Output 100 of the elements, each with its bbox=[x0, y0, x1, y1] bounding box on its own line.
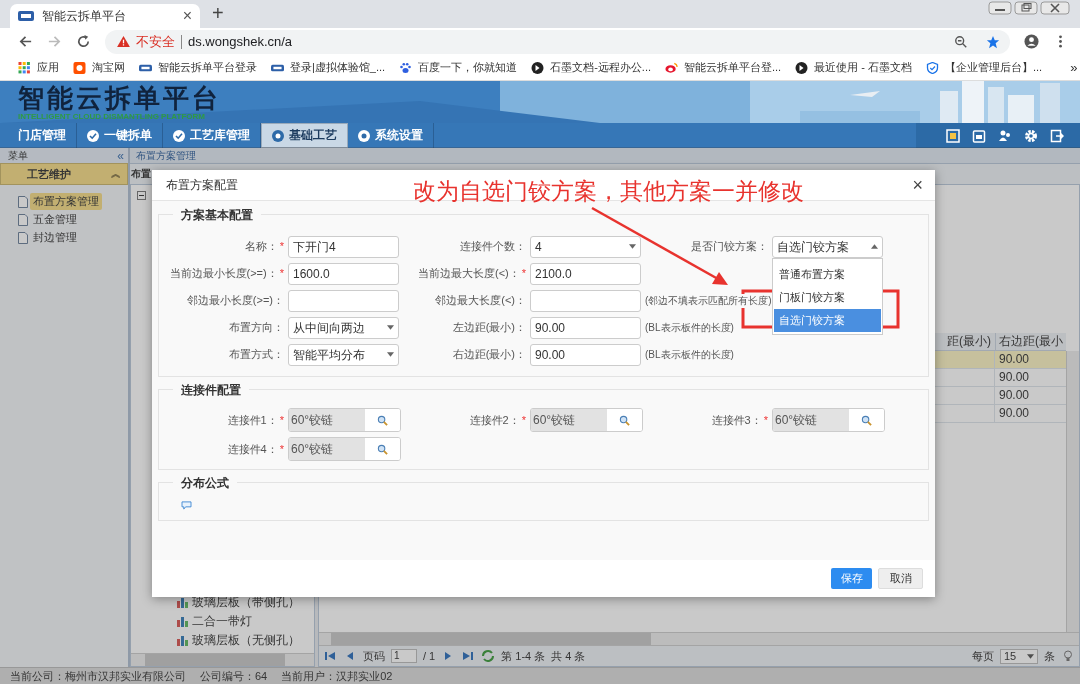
field-label: 连接件2： * bbox=[468, 412, 527, 428]
input-field[interactable]: 下开门4 bbox=[288, 235, 399, 258]
tree-item[interactable]: 玻璃层板（带侧孔） bbox=[192, 594, 300, 611]
column-header[interactable]: 右边距(最小 bbox=[995, 333, 1066, 350]
zoom-icon[interactable] bbox=[954, 34, 968, 49]
field-label: 连接件个数： bbox=[459, 239, 527, 254]
select-field[interactable]: 智能平均分布 bbox=[288, 343, 399, 366]
field-label: 布置方式： bbox=[228, 347, 285, 362]
close-tab-button[interactable]: × bbox=[182, 7, 192, 25]
select-field[interactable]: 4 bbox=[530, 235, 641, 258]
input-field[interactable]: 2100.0 bbox=[530, 262, 641, 285]
bookmark[interactable]: 【企业管理后台】... bbox=[925, 60, 1043, 75]
tree-item[interactable]: 布置方案管理 bbox=[30, 193, 102, 210]
first-page-icon[interactable] bbox=[323, 649, 337, 663]
input-field[interactable] bbox=[530, 289, 641, 312]
comment-icon[interactable] bbox=[181, 501, 192, 510]
field-label: 邻边最小长度(>=)： bbox=[185, 293, 285, 308]
circle-icon bbox=[272, 129, 284, 142]
circle-icon bbox=[358, 129, 370, 142]
collapse-icon[interactable] bbox=[137, 191, 146, 200]
tree-item[interactable]: 二合一带灯 bbox=[192, 613, 252, 630]
page-icon bbox=[18, 231, 28, 244]
field-label: 布置方向： bbox=[228, 320, 285, 335]
caret-icon bbox=[387, 352, 394, 357]
section-header[interactable]: 工艺维护 ︽ bbox=[0, 163, 128, 185]
star-icon[interactable] bbox=[986, 34, 1000, 49]
calendar-icon[interactable] bbox=[972, 128, 986, 143]
tree-item[interactable]: 封边管理 bbox=[30, 229, 80, 246]
tree-item[interactable]: 五金管理 bbox=[30, 211, 80, 228]
settings-icon[interactable] bbox=[1024, 128, 1038, 143]
users-icon[interactable] bbox=[998, 128, 1012, 143]
hint-text: (BL表示板件的长度) bbox=[643, 320, 734, 335]
new-tab-button[interactable]: + bbox=[212, 2, 224, 25]
bulb-icon[interactable] bbox=[1061, 649, 1075, 663]
bookmark[interactable]: 淘宝网 bbox=[73, 60, 125, 75]
section-title: 方案基本配置 bbox=[173, 207, 261, 224]
document-logo-icon bbox=[795, 61, 809, 74]
section-title: 分布公式 bbox=[173, 475, 237, 492]
bookmark[interactable]: 智能云拆单平台登录 bbox=[139, 60, 257, 75]
more-bookmarks-button[interactable]: » bbox=[1070, 60, 1078, 75]
tab-title: 智能云拆单平台 bbox=[42, 7, 127, 25]
logout-icon[interactable] bbox=[1050, 128, 1064, 143]
select-field[interactable]: 从中间向两边 bbox=[288, 316, 399, 339]
record-total: 共 4 条 bbox=[551, 648, 586, 664]
table-cell: 90.00 bbox=[994, 405, 1064, 422]
table-cell: 90.00 bbox=[994, 369, 1064, 386]
panel-tab[interactable]: 布置 bbox=[131, 167, 151, 181]
profile-icon[interactable] bbox=[1024, 34, 1039, 49]
warning-icon bbox=[117, 36, 130, 47]
app-title: 智能云拆单平台 bbox=[18, 85, 221, 111]
page-tab[interactable]: 布置方案管理 bbox=[136, 148, 196, 163]
caret-icon bbox=[387, 325, 394, 330]
select-field[interactable]: 自选门铰方案 bbox=[772, 235, 883, 258]
dropdown-option[interactable]: 门板门铰方案 bbox=[774, 285, 881, 309]
back-icon[interactable] bbox=[18, 34, 33, 49]
page-size-label: 每页 bbox=[972, 648, 994, 664]
input-field[interactable]: 90.00 bbox=[530, 316, 641, 339]
close-icon[interactable] bbox=[1040, 1, 1070, 15]
tree-item[interactable]: 玻璃层板（无侧孔） bbox=[192, 632, 300, 649]
input-field[interactable] bbox=[288, 289, 399, 312]
bookmark[interactable]: 智能云拆单平台登... bbox=[665, 60, 782, 75]
bookmark[interactable]: 石墨文档-远程办公... bbox=[531, 60, 651, 75]
minimize-icon[interactable] bbox=[988, 1, 1012, 15]
page-icon bbox=[18, 213, 28, 226]
picture-frame-icon[interactable] bbox=[946, 128, 960, 143]
field-label: 右边距(最小)： bbox=[451, 347, 527, 362]
bar-chart-icon bbox=[177, 635, 189, 646]
restore-icon[interactable] bbox=[1014, 1, 1038, 15]
bookmark[interactable]: 最近使用 - 石墨文档 bbox=[795, 60, 912, 75]
url-text: ds.wongshek.cn/a bbox=[188, 34, 293, 49]
input-field[interactable]: 1600.0 bbox=[288, 262, 399, 285]
bookmark[interactable]: 登录|虚拟体验馆_... bbox=[271, 60, 386, 75]
record-range: 第 1-4 条 bbox=[501, 648, 546, 664]
table-cell: 90.00 bbox=[994, 387, 1064, 404]
check-icon bbox=[173, 129, 185, 142]
reload-icon[interactable] bbox=[76, 34, 91, 49]
cancel-button[interactable]: 取消 bbox=[878, 568, 923, 589]
hint-text: (BL表示板件的长度) bbox=[643, 347, 734, 362]
nav-tab[interactable]: 基础工艺 bbox=[261, 123, 348, 148]
horizontal-scrollbar[interactable] bbox=[131, 653, 314, 666]
check-icon bbox=[87, 129, 99, 142]
refresh-icon[interactable] bbox=[481, 649, 496, 663]
bookmark[interactable]: 百度一下，你就知道 bbox=[399, 60, 518, 75]
page-label: 页码 bbox=[363, 648, 385, 664]
dropdown-option[interactable]: 普通布置方案 bbox=[774, 262, 881, 286]
vertical-scrollbar[interactable] bbox=[1066, 351, 1079, 632]
input-field[interactable]: 90.00 bbox=[530, 343, 641, 366]
close-button[interactable]: × bbox=[912, 174, 923, 196]
page-field[interactable]: 1 bbox=[391, 649, 417, 663]
page-size-select[interactable]: 15 bbox=[1000, 648, 1038, 664]
address-field[interactable]: 不安全 ds.wongshek.cn/a bbox=[105, 29, 1010, 54]
browser-tab[interactable]: 智能云拆单平台 × bbox=[10, 4, 200, 28]
forward-icon[interactable] bbox=[47, 34, 62, 49]
field-label: 左边距(最小)： bbox=[451, 320, 527, 335]
last-page-icon[interactable] bbox=[461, 649, 476, 663]
field-label: 邻边最大长度(<)： bbox=[434, 293, 527, 308]
bookmark[interactable]: 应用 bbox=[18, 60, 59, 75]
table-cell: 90.00 bbox=[994, 351, 1064, 368]
horizontal-scrollbar[interactable] bbox=[319, 632, 1079, 645]
page-icon bbox=[18, 195, 28, 208]
